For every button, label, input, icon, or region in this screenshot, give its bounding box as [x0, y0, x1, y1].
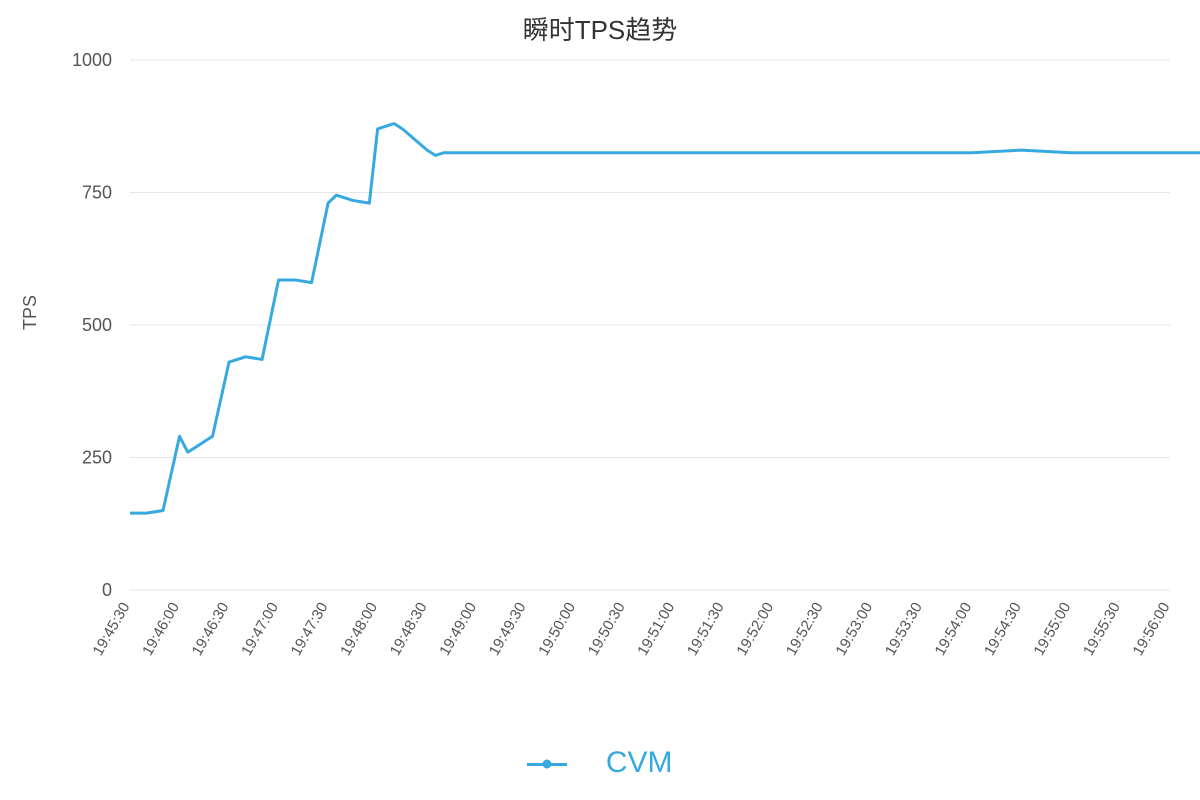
legend-label-cvm: CVM: [606, 746, 673, 779]
x-tick-label: 19:51:30: [684, 600, 728, 659]
x-tick-label: 19:49:00: [436, 600, 480, 659]
x-tick-label: 19:54:30: [981, 600, 1025, 659]
x-tick-label: 19:47:30: [288, 600, 332, 659]
y-tick-label: 750: [82, 183, 112, 203]
x-tick-label: 19:46:30: [189, 600, 233, 659]
x-tick-label: 19:47:00: [238, 600, 282, 659]
x-tick-label: 19:52:00: [733, 600, 777, 659]
x-tick-label: 19:50:00: [535, 600, 579, 659]
y-tick-label: 250: [82, 448, 112, 468]
legend-swatch-cvm: [527, 763, 567, 766]
x-tick-label: 19:45:30: [90, 600, 134, 659]
x-tick-label: 19:48:30: [387, 600, 431, 659]
x-tick-label: 19:53:30: [882, 600, 926, 659]
x-tick-label: 19:53:00: [832, 600, 876, 659]
x-tick-label: 19:48:00: [337, 600, 381, 659]
x-tick-label: 19:50:30: [585, 600, 629, 659]
series-line-cvm: [130, 124, 1200, 514]
x-tick-label: 19:54:00: [931, 600, 975, 659]
x-tick-label: 19:51:00: [634, 600, 678, 659]
x-tick-label: 19:52:30: [783, 600, 827, 659]
tps-trend-chart: 瞬时TPS趋势 TPS 0250500750100019:45:3019:46:…: [0, 0, 1200, 800]
x-tick-label: 19:55:30: [1080, 600, 1124, 659]
chart-plot-area: 0250500750100019:45:3019:46:0019:46:3019…: [0, 0, 1200, 800]
y-tick-label: 1000: [72, 50, 112, 70]
y-tick-label: 500: [82, 315, 112, 335]
y-tick-label: 0: [102, 580, 112, 600]
x-tick-label: 19:55:00: [1030, 600, 1074, 659]
chart-legend: CVM: [0, 746, 1200, 780]
x-tick-label: 19:46:00: [139, 600, 183, 659]
x-tick-label: 19:49:30: [486, 600, 530, 659]
x-tick-label: 19:56:00: [1130, 600, 1174, 659]
